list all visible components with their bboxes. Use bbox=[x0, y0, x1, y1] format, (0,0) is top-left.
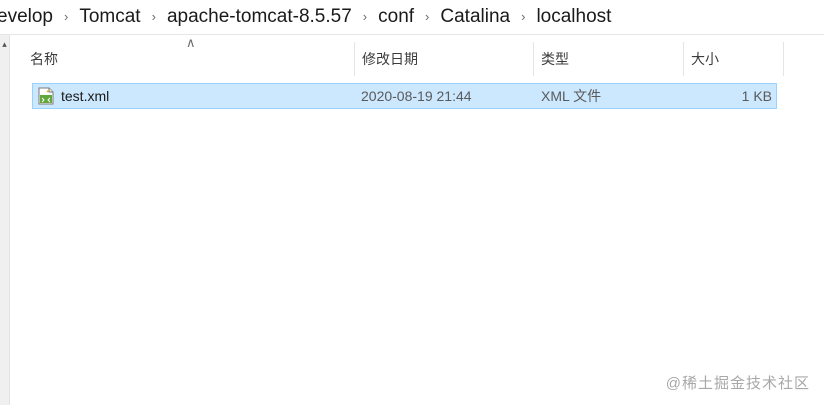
xml-file-icon bbox=[38, 87, 54, 105]
breadcrumb-item-catalina[interactable]: Catalina bbox=[434, 0, 516, 34]
chevron-right-icon[interactable]: › bbox=[59, 0, 73, 34]
breadcrumb-item-apache-tomcat[interactable]: apache-tomcat-8.5.57 bbox=[161, 0, 358, 34]
column-header-name[interactable]: 名称 bbox=[22, 40, 354, 78]
breadcrumb-item-localhost[interactable]: localhost bbox=[530, 0, 617, 34]
file-type: XML 文件 bbox=[541, 88, 602, 104]
navigation-pane-scrollbar[interactable] bbox=[0, 35, 10, 405]
column-header: ∧ 名称 修改日期 类型 大小 bbox=[22, 36, 792, 78]
watermark: @稀土掘金技术社区 bbox=[665, 375, 810, 392]
column-divider[interactable] bbox=[783, 42, 784, 76]
breadcrumb-item-conf[interactable]: conf bbox=[372, 0, 420, 34]
scroll-up-arrow-icon[interactable]: ▴ bbox=[0, 38, 9, 50]
breadcrumb-item-develop[interactable]: evelop bbox=[0, 0, 59, 34]
column-header-date[interactable]: 修改日期 bbox=[354, 40, 533, 78]
chevron-right-icon[interactable]: › bbox=[147, 0, 161, 34]
breadcrumb-item-tomcat[interactable]: Tomcat bbox=[73, 0, 146, 34]
chevron-right-icon[interactable]: › bbox=[516, 0, 530, 34]
column-header-size[interactable]: 大小 bbox=[683, 40, 783, 78]
file-size: 1 KB bbox=[741, 88, 772, 104]
chevron-right-icon[interactable]: › bbox=[358, 0, 372, 34]
file-modified-date: 2020-08-19 21:44 bbox=[361, 88, 472, 104]
file-row[interactable]: test.xml 2020-08-19 21:44 XML 文件 1 KB bbox=[32, 83, 777, 109]
breadcrumb[interactable]: evelop › Tomcat › apache-tomcat-8.5.57 ›… bbox=[0, 0, 824, 35]
chevron-right-icon[interactable]: › bbox=[420, 0, 434, 34]
column-header-type[interactable]: 类型 bbox=[533, 40, 683, 78]
file-name[interactable]: test.xml bbox=[61, 84, 109, 108]
file-explorer-window: evelop › Tomcat › apache-tomcat-8.5.57 ›… bbox=[0, 0, 824, 405]
